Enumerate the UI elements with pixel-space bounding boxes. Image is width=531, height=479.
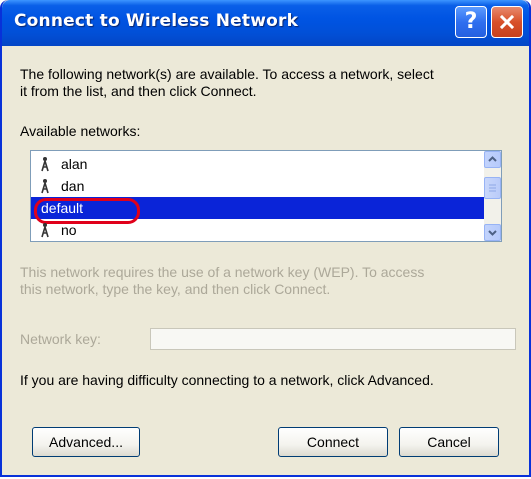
list-item-selected[interactable]: default	[31, 197, 484, 224]
scroll-thumb[interactable]	[484, 177, 501, 199]
chevron-up-icon	[488, 156, 497, 162]
dialog-body: The following network(s) are available. …	[2, 46, 529, 475]
close-icon	[499, 14, 515, 30]
list-scrollbar[interactable]	[484, 151, 501, 241]
wireless-antenna-icon	[41, 179, 49, 194]
network-name: no	[61, 222, 77, 238]
intro-text-line-1: The following network(s) are available. …	[20, 66, 434, 82]
close-button[interactable]	[491, 6, 523, 38]
cancel-button[interactable]: Cancel	[399, 427, 499, 457]
intro-text-line-2: it from the list, and then click Connect…	[20, 83, 257, 99]
advanced-button[interactable]: Advanced...	[32, 427, 140, 457]
window-title: Connect to Wireless Network	[14, 11, 299, 31]
scroll-down-button[interactable]	[484, 224, 501, 241]
grip-icon	[489, 184, 496, 192]
network-key-input[interactable]	[150, 328, 516, 350]
network-name: alan	[61, 156, 88, 172]
help-button[interactable]: ?	[455, 6, 487, 38]
list-item[interactable]: dan	[31, 175, 484, 197]
list-item[interactable]: alan	[31, 153, 484, 175]
chevron-down-icon	[488, 230, 497, 236]
list-item[interactable]: no	[31, 219, 484, 241]
wireless-antenna-icon	[41, 157, 49, 172]
network-key-label: Network key:	[20, 331, 101, 347]
title-bar: Connect to Wireless Network ?	[2, 0, 529, 46]
connect-wireless-dialog: Connect to Wireless Network ? The follow…	[0, 0, 531, 477]
wireless-antenna-icon	[41, 223, 49, 238]
available-networks-label: Available networks:	[20, 123, 141, 139]
scroll-up-button[interactable]	[484, 151, 501, 168]
wep-text-line-1: This network requires the use of a netwo…	[20, 264, 425, 280]
help-icon: ?	[464, 9, 478, 34]
network-list[interactable]: alan dan default no	[30, 150, 502, 242]
network-name: dan	[61, 178, 85, 194]
wep-text-line-2: this network, type the key, and then cli…	[20, 281, 331, 297]
connect-button[interactable]: Connect	[278, 427, 388, 457]
difficulty-text: If you are having difficulty connecting …	[20, 372, 434, 388]
